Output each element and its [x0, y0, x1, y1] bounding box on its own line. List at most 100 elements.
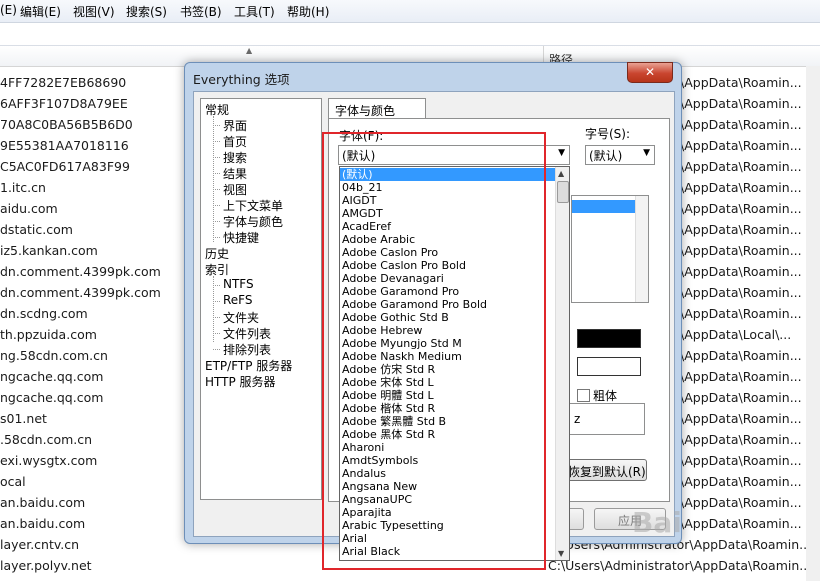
list-item-path[interactable]: \AppData\Roamin...	[680, 390, 802, 405]
list-item-path[interactable]: \AppData\Roamin...	[680, 306, 802, 321]
chevron-down-icon: ▼	[558, 148, 565, 158]
menu-view[interactable]: 视图(V)	[73, 3, 115, 20]
tree-item-index[interactable]: 索引	[205, 261, 229, 278]
list-item-path[interactable]: \AppData\Roamin...	[680, 264, 802, 279]
list-item-name[interactable]: an.baidu.com	[0, 516, 85, 531]
list-item-path[interactable]: \AppData\Roamin...	[680, 138, 802, 153]
list-item-path[interactable]: \AppData\Roamin...	[680, 411, 802, 426]
font-dropdown-scrollbar[interactable]: ▲ ▼	[555, 167, 569, 560]
list-item-name[interactable]: layer.polyv.net	[0, 558, 92, 573]
list-item-name[interactable]: aidu.com	[0, 201, 58, 216]
list-item-name[interactable]: layer.cntv.cn	[0, 537, 79, 552]
scroll-thumb[interactable]	[557, 181, 569, 203]
tree-item-child[interactable]: 快捷键	[223, 229, 259, 246]
list-item-path[interactable]: \AppData\Roamin...	[680, 432, 802, 447]
list-item-name[interactable]: ngcache.qq.com	[0, 369, 103, 384]
list-item-path[interactable]: \AppData\Roamin...	[680, 285, 802, 300]
size-label: 字号(S):	[585, 127, 631, 141]
list-item-path[interactable]: \AppData\Roamin...	[680, 96, 802, 111]
list-item-path[interactable]: C:\Users\Administrator\AppData\Roamin...	[548, 558, 811, 573]
list-item-path[interactable]: \AppData\Roamin...	[680, 117, 802, 132]
list-item-path[interactable]: \AppData\Roamin...	[680, 495, 802, 510]
menu-edit[interactable]: 编辑(E)	[20, 3, 61, 20]
list-item-name[interactable]: 9E55381AA7018116	[0, 138, 129, 153]
list-item-name[interactable]: ocal	[0, 474, 26, 489]
tree-item-child[interactable]: 上下文菜单	[223, 197, 283, 214]
style-list[interactable]	[571, 195, 649, 303]
list-item-name[interactable]: ng.58cdn.com.cn	[0, 348, 108, 363]
tree-item-child[interactable]: 字体与颜色	[223, 213, 283, 230]
list-item-name[interactable]: 70A8C0BA56B5B6D0	[0, 117, 133, 132]
list-item-name[interactable]: an.baidu.com	[0, 495, 85, 510]
tab-font-color-label: 字体与颜色	[335, 104, 396, 118]
scroll-up-icon[interactable]: ▲	[558, 169, 564, 178]
style-list-scrollbar[interactable]	[635, 196, 648, 302]
tree-item-child[interactable]: 文件夹	[223, 309, 259, 326]
bold-label: 粗体	[593, 389, 618, 403]
tree-item-etp[interactable]: ETP/FTP 服务器	[205, 357, 292, 374]
restore-default-button[interactable]: 恢复到默认(R)	[561, 459, 647, 481]
tree-item-child[interactable]: 首页	[223, 133, 247, 150]
list-item-name[interactable]: th.ppzuida.com	[0, 327, 97, 342]
menu-bookmarks[interactable]: 书签(B)	[180, 3, 222, 20]
list-item-name[interactable]: dstatic.com	[0, 222, 73, 237]
foreground-color-swatch[interactable]	[577, 329, 641, 348]
tree-item-child[interactable]: NTFS	[223, 277, 254, 291]
dialog-title: Everything 选项	[193, 72, 290, 87]
baidu-watermark: Bai	[632, 506, 682, 539]
menu-tools[interactable]: 工具(T)	[234, 3, 275, 20]
list-item-name[interactable]: ngcache.qq.com	[0, 390, 103, 405]
menu-search[interactable]: 搜索(S)	[126, 3, 167, 20]
menu-help[interactable]: 帮助(H)	[287, 3, 329, 20]
tree-item-http[interactable]: HTTP 服务器	[205, 373, 276, 390]
tree-item-child[interactable]: 文件列表	[223, 325, 271, 342]
tree-item-child[interactable]: 界面	[223, 117, 247, 134]
tree-item-history[interactable]: 历史	[205, 245, 229, 262]
restore-default-label: 恢复到默认(R)	[568, 465, 646, 479]
list-item-name[interactable]: iz5.kankan.com	[0, 243, 98, 258]
tree-item-child[interactable]: 排除列表	[223, 341, 271, 358]
list-item-name[interactable]: C5AC0FD617A83F99	[0, 159, 130, 174]
size-combo[interactable]: (默认) ▼	[585, 145, 655, 165]
list-item-name[interactable]: dn.comment.4399pk.com	[0, 264, 161, 279]
list-item-name[interactable]: 6AFF3F107D8A79EE	[0, 96, 128, 111]
list-item-path[interactable]: \AppData\Roamin...	[680, 474, 802, 489]
style-list-selection[interactable]	[572, 200, 636, 213]
font-preview: z	[563, 403, 645, 435]
list-item-path[interactable]: \AppData\Roamin...	[680, 348, 802, 363]
list-item-path[interactable]: \AppData\Roamin...	[680, 453, 802, 468]
tree-item-child[interactable]: 搜索	[223, 149, 247, 166]
list-scrollbar[interactable]	[806, 66, 820, 581]
tab-font-color[interactable]: 字体与颜色	[328, 98, 426, 119]
list-item-name[interactable]: exi.wysgtx.com	[0, 453, 97, 468]
list-item-path[interactable]: \AppData\Roamin...	[680, 180, 802, 195]
tree-item-general[interactable]: 常规	[205, 101, 229, 118]
list-item-name[interactable]: 4FF7282E7EB68690	[0, 75, 126, 90]
list-item-path[interactable]: \AppData\Local\...	[680, 327, 791, 342]
options-tree: 常规 界面 首页 搜索 结果 视图 上下文菜单 字体与颜色 快捷键 历史 索引 NTFS ReF…	[200, 98, 322, 500]
list-item-path[interactable]: \AppData\Roamin...	[680, 243, 802, 258]
size-combo-value: (默认)	[589, 149, 623, 163]
tree-item-child[interactable]: 视图	[223, 181, 247, 198]
list-item-path[interactable]: \AppData\Roamin...	[680, 516, 802, 531]
menu-file[interactable]: (E)	[0, 3, 17, 17]
list-item-path[interactable]: \AppData\Roamin...	[680, 159, 802, 174]
close-button[interactable]: ✕	[627, 62, 673, 83]
background-color-swatch[interactable]	[577, 357, 641, 376]
list-item-name[interactable]: .58cdn.com.cn	[0, 432, 92, 447]
chevron-down-icon: ▼	[643, 148, 650, 158]
search-bar[interactable]	[0, 23, 820, 46]
list-item-name[interactable]: dn.comment.4399pk.com	[0, 285, 161, 300]
list-item-name[interactable]: dn.scdng.com	[0, 306, 88, 321]
scroll-down-icon[interactable]: ▼	[558, 549, 564, 558]
list-item-name[interactable]: s01.net	[0, 411, 47, 426]
list-item-path[interactable]: \AppData\Roamin...	[680, 369, 802, 384]
list-item-path[interactable]: \AppData\Roamin...	[680, 222, 802, 237]
tree-item-child[interactable]: 结果	[223, 165, 247, 182]
list-item-path[interactable]: \AppData\Roamin...	[680, 201, 802, 216]
list-item-name[interactable]: 1.itc.cn	[0, 180, 46, 195]
list-item-path[interactable]: \AppData\Roamin...	[680, 75, 802, 90]
tree-item-child[interactable]: ReFS	[223, 293, 253, 307]
bold-checkbox[interactable]	[577, 389, 590, 402]
close-icon: ✕	[644, 65, 656, 79]
